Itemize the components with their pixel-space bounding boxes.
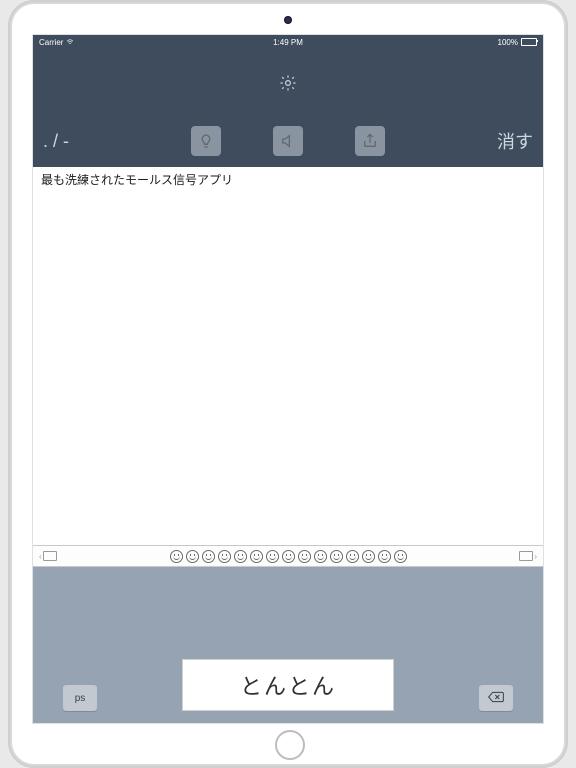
gear-icon[interactable] bbox=[279, 74, 297, 97]
candidate-emoji[interactable] bbox=[330, 550, 343, 563]
candidate-emoji[interactable] bbox=[218, 550, 231, 563]
camera-dot bbox=[284, 16, 292, 24]
candidate-emoji[interactable] bbox=[394, 550, 407, 563]
battery-pct-label: 100% bbox=[498, 38, 518, 47]
text-output-area[interactable]: 最も洗練されたモールス信号アプリ bbox=[33, 167, 543, 545]
candidate-emoji[interactable] bbox=[266, 550, 279, 563]
keyboard-right-toggle[interactable]: › bbox=[519, 551, 537, 561]
tap-button-label: とんとん bbox=[240, 669, 336, 701]
keyboard-icon bbox=[43, 551, 57, 561]
candidate-emoji[interactable] bbox=[186, 550, 199, 563]
candidate-emoji[interactable] bbox=[234, 550, 247, 563]
status-bar: Carrier 1:49 PM 100% bbox=[33, 35, 543, 49]
morse-mode-label: . / - bbox=[43, 131, 69, 152]
ps-key-label: ps bbox=[75, 693, 86, 704]
text-output-content: 最も洗練されたモールス信号アプリ bbox=[41, 173, 233, 187]
ps-key[interactable]: ps bbox=[63, 685, 97, 711]
delete-key[interactable] bbox=[479, 685, 513, 711]
tap-button[interactable]: とんとん bbox=[182, 659, 394, 711]
keyboard-left-toggle[interactable]: ‹ bbox=[39, 551, 57, 561]
clock-label: 1:49 PM bbox=[273, 38, 303, 47]
chevron-left-icon: ‹ bbox=[39, 552, 42, 561]
keyboard-icon bbox=[519, 551, 533, 561]
candidate-emoji[interactable] bbox=[250, 550, 263, 563]
candidate-row bbox=[170, 550, 407, 563]
app-header: . / - 消す bbox=[33, 49, 543, 167]
candidate-emoji[interactable] bbox=[362, 550, 375, 563]
battery-icon bbox=[521, 38, 537, 46]
candidate-emoji[interactable] bbox=[378, 550, 391, 563]
clear-button[interactable]: 消す bbox=[497, 128, 533, 154]
carrier-label: Carrier bbox=[39, 38, 63, 47]
chevron-right-icon: › bbox=[534, 552, 537, 561]
candidate-strip[interactable]: ‹ › bbox=[33, 545, 543, 567]
candidate-emoji[interactable] bbox=[298, 550, 311, 563]
candidate-emoji[interactable] bbox=[282, 550, 295, 563]
sound-button[interactable] bbox=[273, 126, 303, 156]
candidate-emoji[interactable] bbox=[346, 550, 359, 563]
share-button[interactable] bbox=[355, 126, 385, 156]
candidate-emoji[interactable] bbox=[202, 550, 215, 563]
backspace-icon bbox=[488, 691, 504, 706]
flash-button[interactable] bbox=[191, 126, 221, 156]
home-button[interactable] bbox=[275, 730, 305, 760]
wifi-icon bbox=[66, 38, 74, 47]
morse-keyboard: とんとん ps bbox=[33, 567, 543, 723]
ipad-frame: Carrier 1:49 PM 100% bbox=[8, 0, 568, 768]
candidate-emoji[interactable] bbox=[314, 550, 327, 563]
candidate-emoji[interactable] bbox=[170, 550, 183, 563]
app-screen: Carrier 1:49 PM 100% bbox=[32, 34, 544, 724]
